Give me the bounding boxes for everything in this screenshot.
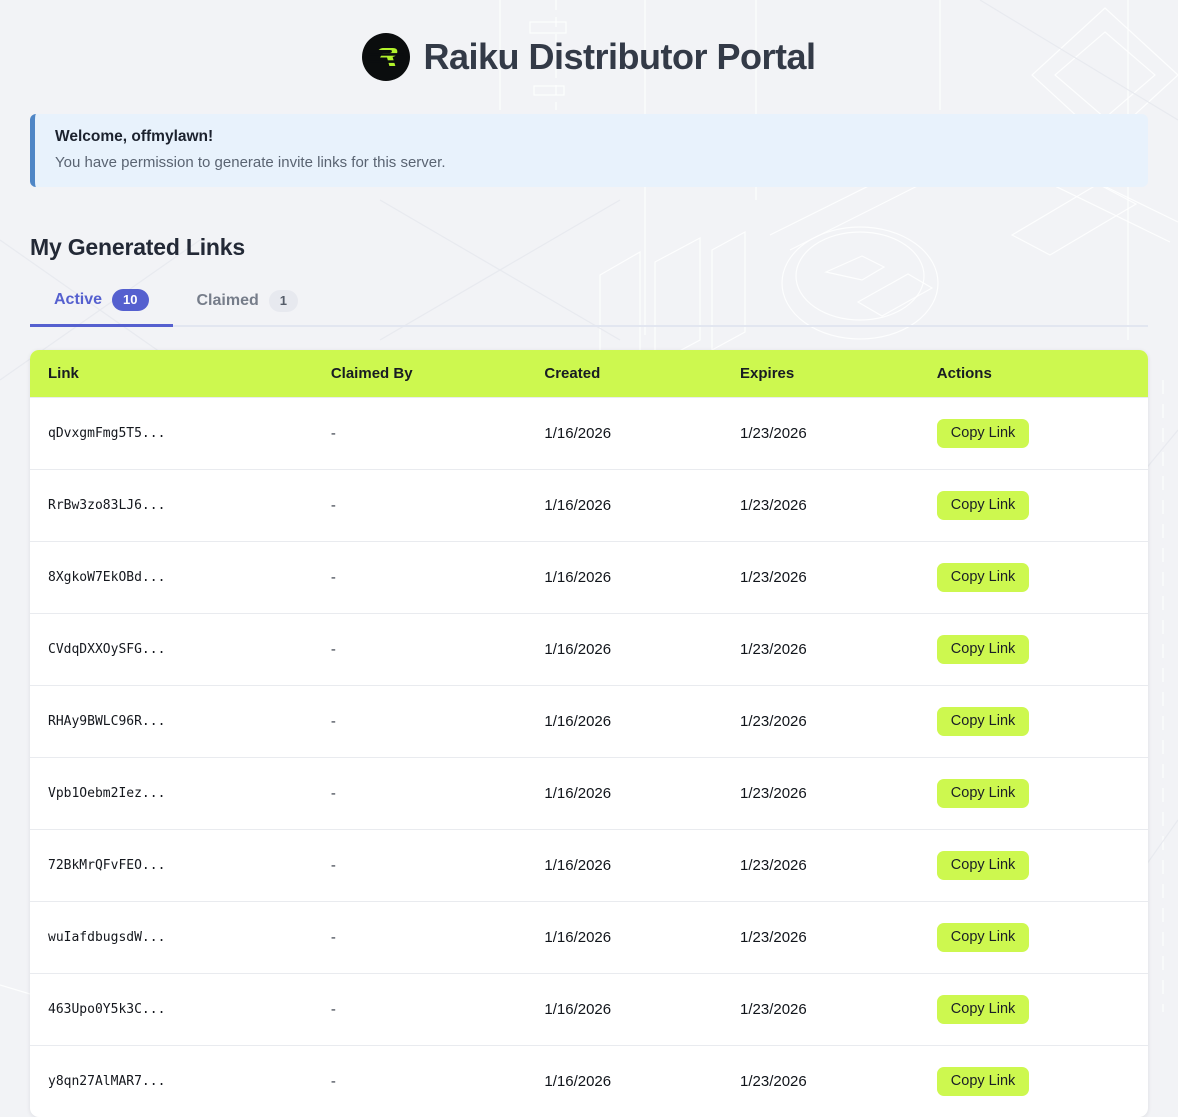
expires-date: 1/23/2026	[722, 1046, 919, 1117]
tab-claimed-count-badge: 1	[269, 290, 298, 312]
created-date: 1/16/2026	[526, 974, 722, 1046]
copy-link-button[interactable]: Copy Link	[937, 491, 1029, 520]
claimed-by-value: -	[313, 470, 527, 542]
tab-active-label: Active	[54, 291, 102, 309]
tab-active[interactable]: Active 10	[30, 289, 173, 327]
column-header-created: Created	[526, 350, 722, 398]
claimed-by-value: -	[313, 398, 527, 470]
column-header-expires: Expires	[722, 350, 919, 398]
actions-cell: Copy Link	[919, 470, 1148, 542]
table-row: qDvxgmFmg5T5... - 1/16/2026 1/23/2026 Co…	[30, 398, 1148, 470]
expires-date: 1/23/2026	[722, 830, 919, 902]
claimed-by-value: -	[313, 542, 527, 614]
table-row: 8XgkoW7EkOBd... - 1/16/2026 1/23/2026 Co…	[30, 542, 1148, 614]
created-date: 1/16/2026	[526, 398, 722, 470]
welcome-banner: Welcome, offmylawn! You have permission …	[30, 114, 1148, 187]
expires-date: 1/23/2026	[722, 542, 919, 614]
table-row: CVdqDXXOySFG... - 1/16/2026 1/23/2026 Co…	[30, 614, 1148, 686]
copy-link-button[interactable]: Copy Link	[937, 1067, 1029, 1096]
copy-link-button[interactable]: Copy Link	[937, 563, 1029, 592]
header: Raiku Distributor Portal	[30, 0, 1148, 84]
copy-link-button[interactable]: Copy Link	[937, 779, 1029, 808]
expires-date: 1/23/2026	[722, 974, 919, 1046]
table-body: qDvxgmFmg5T5... - 1/16/2026 1/23/2026 Co…	[30, 398, 1148, 1117]
table-row: RrBw3zo83LJ6... - 1/16/2026 1/23/2026 Co…	[30, 470, 1148, 542]
welcome-heading: Welcome, offmylawn!	[55, 128, 1128, 146]
claimed-by-value: -	[313, 1046, 527, 1117]
link-code: RHAy9BWLC96R...	[30, 686, 313, 758]
tab-claimed-label: Claimed	[197, 292, 259, 310]
expires-date: 1/23/2026	[722, 686, 919, 758]
table-row: Vpb1Oebm2Iez... - 1/16/2026 1/23/2026 Co…	[30, 758, 1148, 830]
claimed-by-value: -	[313, 830, 527, 902]
copy-link-button[interactable]: Copy Link	[937, 851, 1029, 880]
created-date: 1/16/2026	[526, 470, 722, 542]
created-date: 1/16/2026	[526, 614, 722, 686]
table-row: RHAy9BWLC96R... - 1/16/2026 1/23/2026 Co…	[30, 686, 1148, 758]
page-container: Raiku Distributor Portal Welcome, offmyl…	[0, 0, 1178, 1117]
copy-link-button[interactable]: Copy Link	[937, 635, 1029, 664]
actions-cell: Copy Link	[919, 1046, 1148, 1117]
tab-claimed[interactable]: Claimed 1	[173, 289, 322, 325]
copy-link-button[interactable]: Copy Link	[937, 419, 1029, 448]
page-title: Raiku Distributor Portal	[423, 36, 815, 78]
created-date: 1/16/2026	[526, 758, 722, 830]
link-code: Vpb1Oebm2Iez...	[30, 758, 313, 830]
table-row: wuIafdbugsdW... - 1/16/2026 1/23/2026 Co…	[30, 902, 1148, 974]
link-code: RrBw3zo83LJ6...	[30, 470, 313, 542]
created-date: 1/16/2026	[526, 830, 722, 902]
expires-date: 1/23/2026	[722, 902, 919, 974]
link-code: 72BkMrQFvFEO...	[30, 830, 313, 902]
actions-cell: Copy Link	[919, 542, 1148, 614]
link-code: 463Upo0Y5k3C...	[30, 974, 313, 1046]
claimed-by-value: -	[313, 974, 527, 1046]
created-date: 1/16/2026	[526, 542, 722, 614]
actions-cell: Copy Link	[919, 758, 1148, 830]
links-table-card: Link Claimed By Created Expires Actions …	[30, 350, 1148, 1117]
actions-cell: Copy Link	[919, 686, 1148, 758]
copy-link-button[interactable]: Copy Link	[937, 923, 1029, 952]
created-date: 1/16/2026	[526, 902, 722, 974]
claimed-by-value: -	[313, 902, 527, 974]
actions-cell: Copy Link	[919, 902, 1148, 974]
table-row: 463Upo0Y5k3C... - 1/16/2026 1/23/2026 Co…	[30, 974, 1148, 1046]
column-header-actions: Actions	[919, 350, 1148, 398]
link-code: wuIafdbugsdW...	[30, 902, 313, 974]
copy-link-button[interactable]: Copy Link	[937, 707, 1029, 736]
tab-active-count-badge: 10	[112, 289, 148, 311]
table-row: 72BkMrQFvFEO... - 1/16/2026 1/23/2026 Co…	[30, 830, 1148, 902]
link-code: qDvxgmFmg5T5...	[30, 398, 313, 470]
link-code: CVdqDXXOySFG...	[30, 614, 313, 686]
actions-cell: Copy Link	[919, 398, 1148, 470]
section-title: My Generated Links	[30, 234, 1148, 261]
table-header-row: Link Claimed By Created Expires Actions	[30, 350, 1148, 398]
claimed-by-value: -	[313, 686, 527, 758]
actions-cell: Copy Link	[919, 830, 1148, 902]
actions-cell: Copy Link	[919, 974, 1148, 1046]
copy-link-button[interactable]: Copy Link	[937, 995, 1029, 1024]
tab-bar: Active 10 Claimed 1	[30, 289, 1148, 327]
link-code: y8qn27AlMAR7...	[30, 1046, 313, 1117]
expires-date: 1/23/2026	[722, 614, 919, 686]
claimed-by-value: -	[313, 758, 527, 830]
actions-cell: Copy Link	[919, 614, 1148, 686]
raiku-logo-icon	[362, 33, 410, 81]
expires-date: 1/23/2026	[722, 398, 919, 470]
table-row: y8qn27AlMAR7... - 1/16/2026 1/23/2026 Co…	[30, 1046, 1148, 1117]
expires-date: 1/23/2026	[722, 470, 919, 542]
expires-date: 1/23/2026	[722, 758, 919, 830]
claimed-by-value: -	[313, 614, 527, 686]
column-header-claimed-by: Claimed By	[313, 350, 527, 398]
created-date: 1/16/2026	[526, 1046, 722, 1117]
column-header-link: Link	[30, 350, 313, 398]
welcome-message: You have permission to generate invite l…	[55, 154, 1128, 171]
created-date: 1/16/2026	[526, 686, 722, 758]
link-code: 8XgkoW7EkOBd...	[30, 542, 313, 614]
links-table: Link Claimed By Created Expires Actions …	[30, 350, 1148, 1117]
